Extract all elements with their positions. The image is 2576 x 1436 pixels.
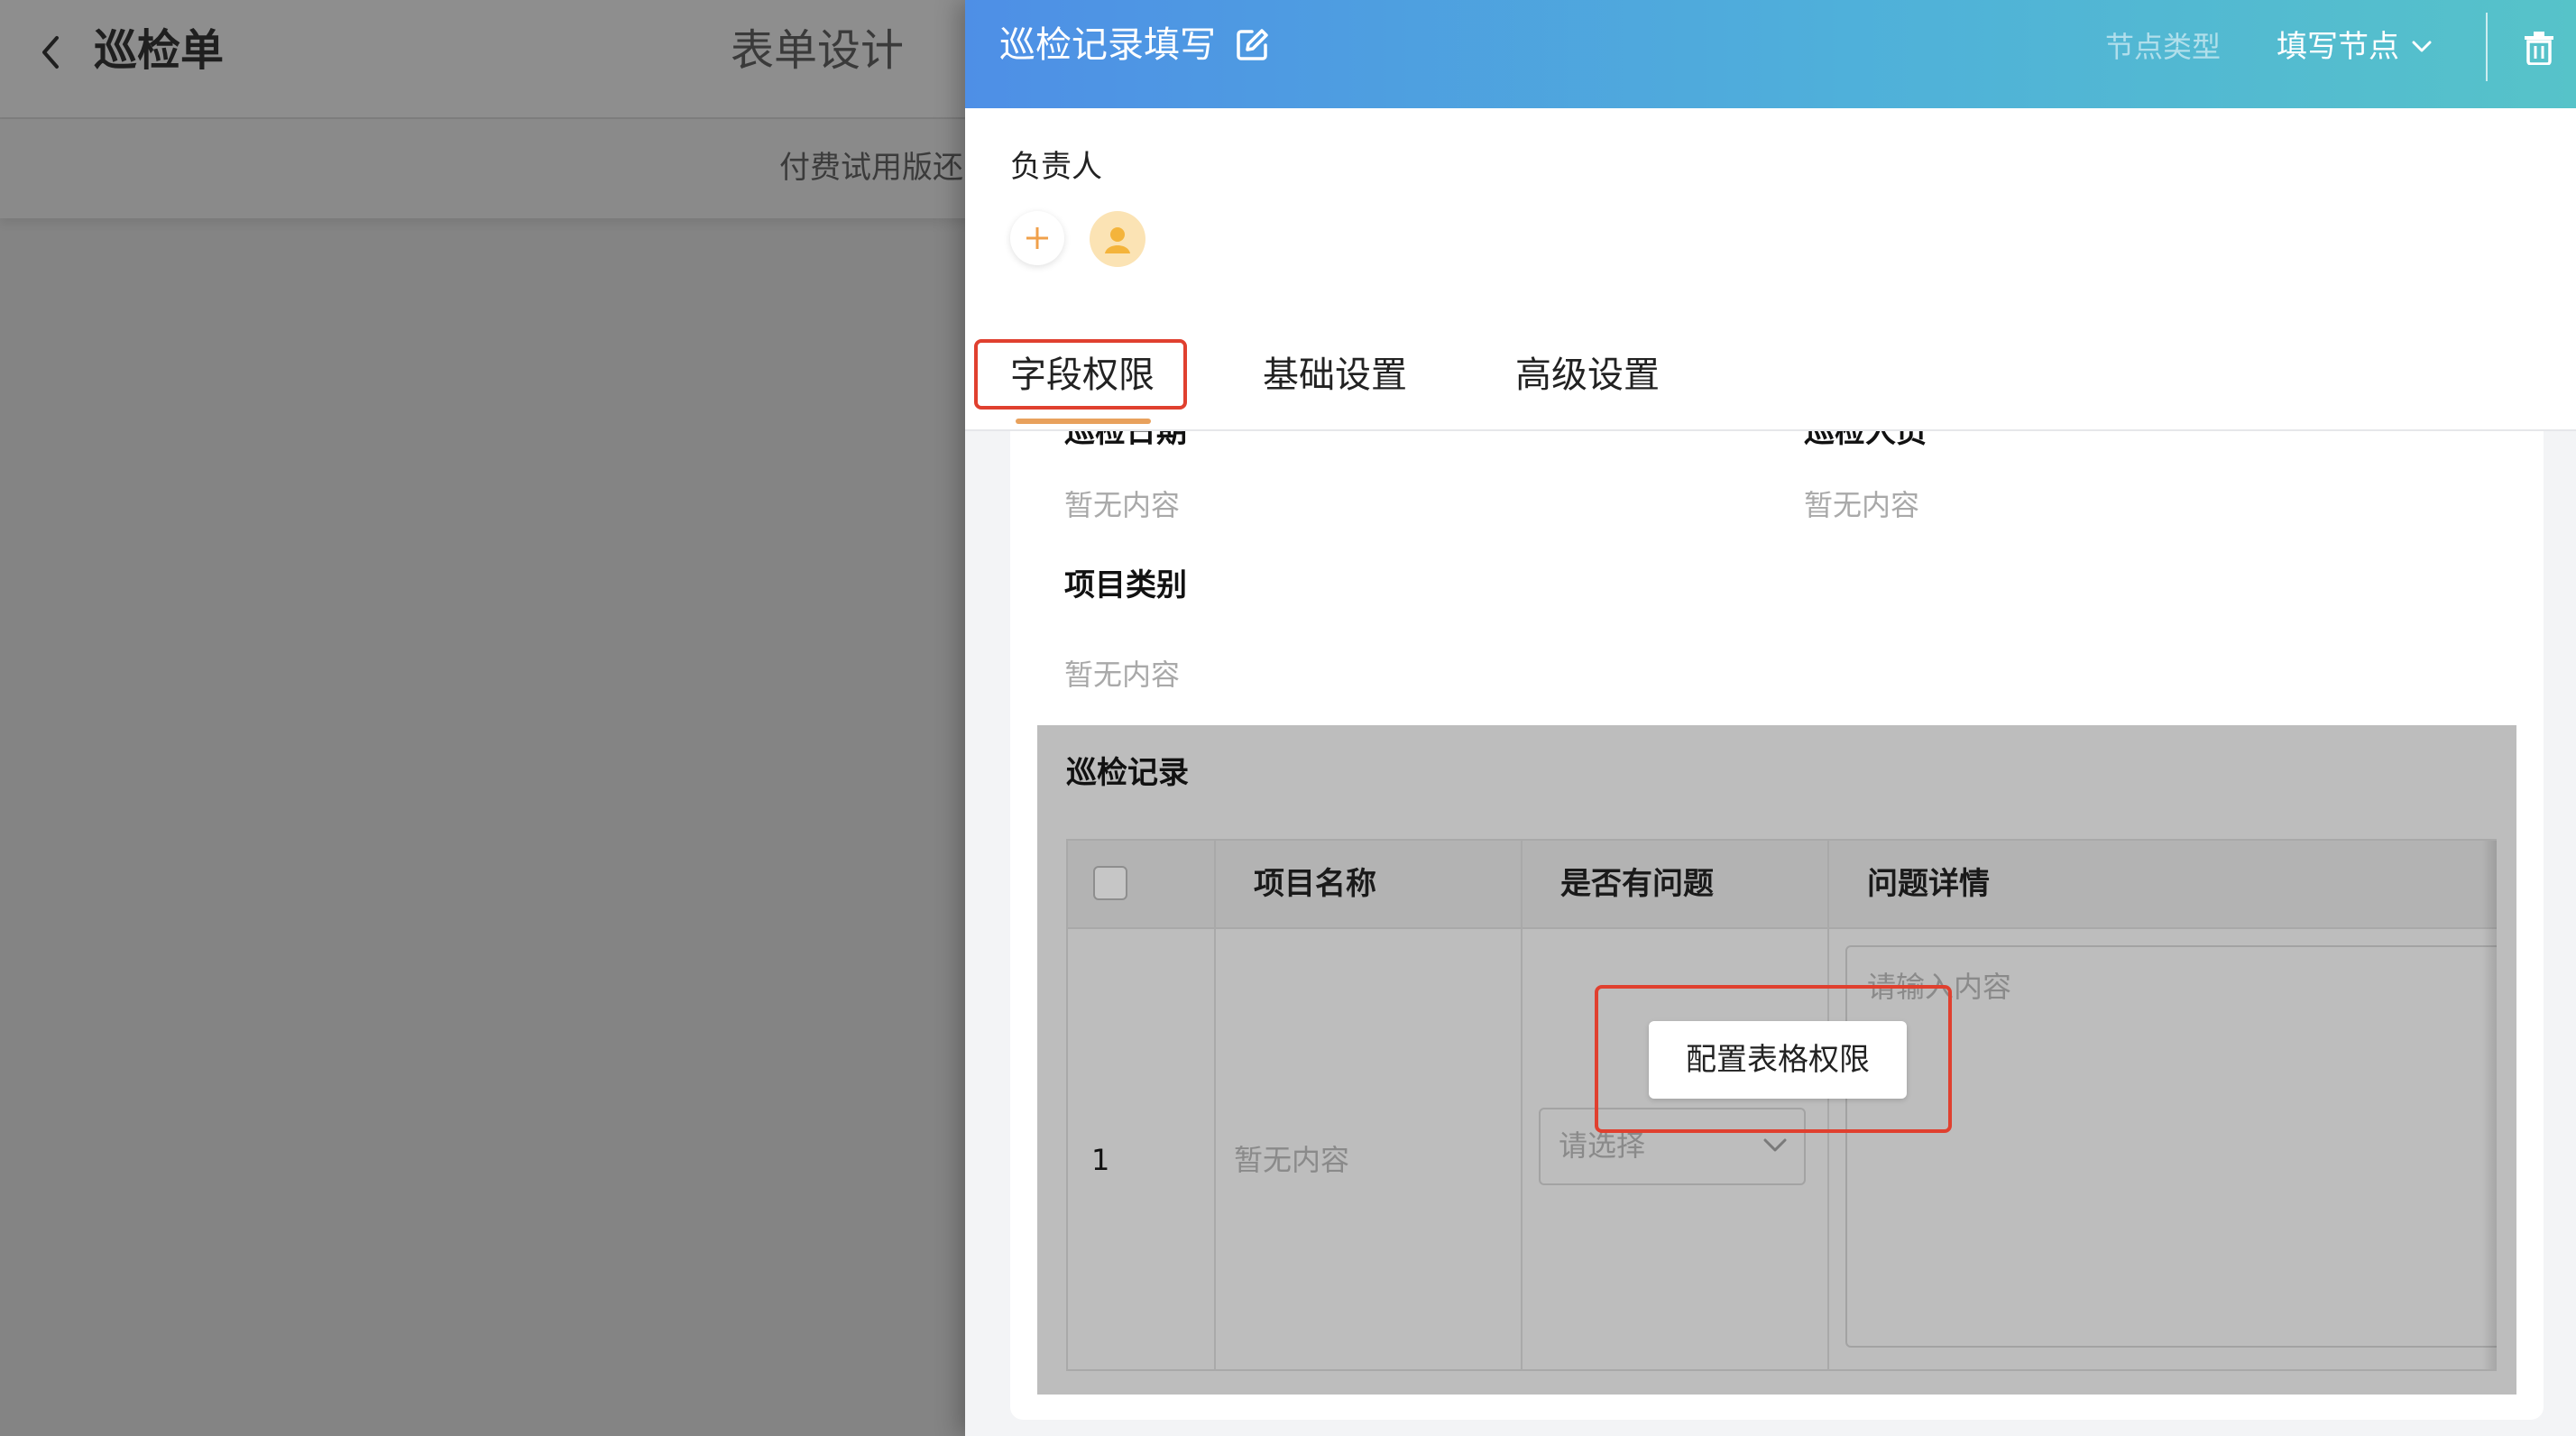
column-header-has-issue: 是否有问题 — [1560, 866, 1714, 902]
column-divider — [1521, 841, 1523, 1369]
tab-basic-settings[interactable]: 基础设置 — [1263, 321, 1407, 429]
owner-section: 负责人 字段权限 基础设置 高级设置 — [965, 108, 2576, 431]
node-type-label: 节点类型 — [2105, 30, 2222, 64]
chevron-down-icon — [2412, 41, 2432, 52]
plus-icon — [1026, 227, 1048, 249]
row-project-name: 暂无内容 — [1234, 1143, 1350, 1177]
header-divider — [2486, 13, 2488, 81]
field-value-inspection-date: 暂无内容 — [1064, 488, 1181, 522]
field-label-project-category: 项目类别 — [1064, 567, 1187, 603]
trial-notice-text: 付费试用版还 — [779, 150, 963, 186]
field-value-inspector: 暂无内容 — [1804, 488, 1920, 522]
chevron-down-icon — [1763, 1138, 1787, 1152]
field-value-project-category: 暂无内容 — [1064, 658, 1181, 692]
table-title: 巡检记录 — [1066, 755, 1189, 791]
column-header-issue-detail: 问题详情 — [1867, 866, 1990, 902]
column-divider — [1214, 841, 1216, 1369]
edit-icon[interactable] — [1234, 27, 1270, 63]
add-owner-button[interactable] — [1010, 211, 1064, 265]
field-label-inspection-date: 巡检日期 — [1064, 431, 1187, 450]
settings-tabs: 字段权限 基础设置 高级设置 — [965, 321, 2576, 429]
node-type-value: 填写节点 — [2277, 29, 2399, 65]
trash-icon[interactable] — [2524, 31, 2554, 66]
owner-label: 负责人 — [1010, 149, 1102, 185]
active-tab-indicator — [1016, 419, 1151, 424]
background-app-title: 巡检单 — [94, 25, 225, 76]
node-type-select[interactable]: 填写节点 — [2277, 25, 2432, 69]
field-label-inspector: 巡检人员 — [1804, 431, 1927, 450]
tab-advanced-settings[interactable]: 高级设置 — [1515, 321, 1660, 429]
back-chevron-icon[interactable] — [32, 27, 69, 78]
scroll-shadow — [2482, 841, 2497, 1369]
user-avatar-icon[interactable] — [1090, 211, 1145, 267]
column-header-project-name: 项目名称 — [1254, 866, 1376, 902]
background-tab-form-design[interactable]: 表单设计 — [731, 18, 904, 83]
drawer-header: 巡检记录填写 节点类型 填写节点 — [965, 0, 2576, 108]
form-preview: 巡检日期 暂无内容 巡检人员 暂无内容 项目类别 暂无内容 巡检记录 项目名称 … — [1010, 431, 2544, 1420]
drawer-title: 巡检记录填写 — [999, 24, 1216, 66]
highlight-box-tab — [974, 339, 1187, 410]
config-table-permissions-button[interactable]: 配置表格权限 — [1649, 1021, 1907, 1099]
node-settings-drawer: 巡检记录填写 节点类型 填写节点 负责人 字段权限 基础设置 高级设置 巡检日期… — [965, 0, 2576, 1436]
select-all-checkbox[interactable] — [1093, 866, 1127, 900]
row-index: 1 — [1091, 1143, 1110, 1177]
table-header: 项目名称 是否有问题 问题详情 — [1068, 841, 2497, 929]
